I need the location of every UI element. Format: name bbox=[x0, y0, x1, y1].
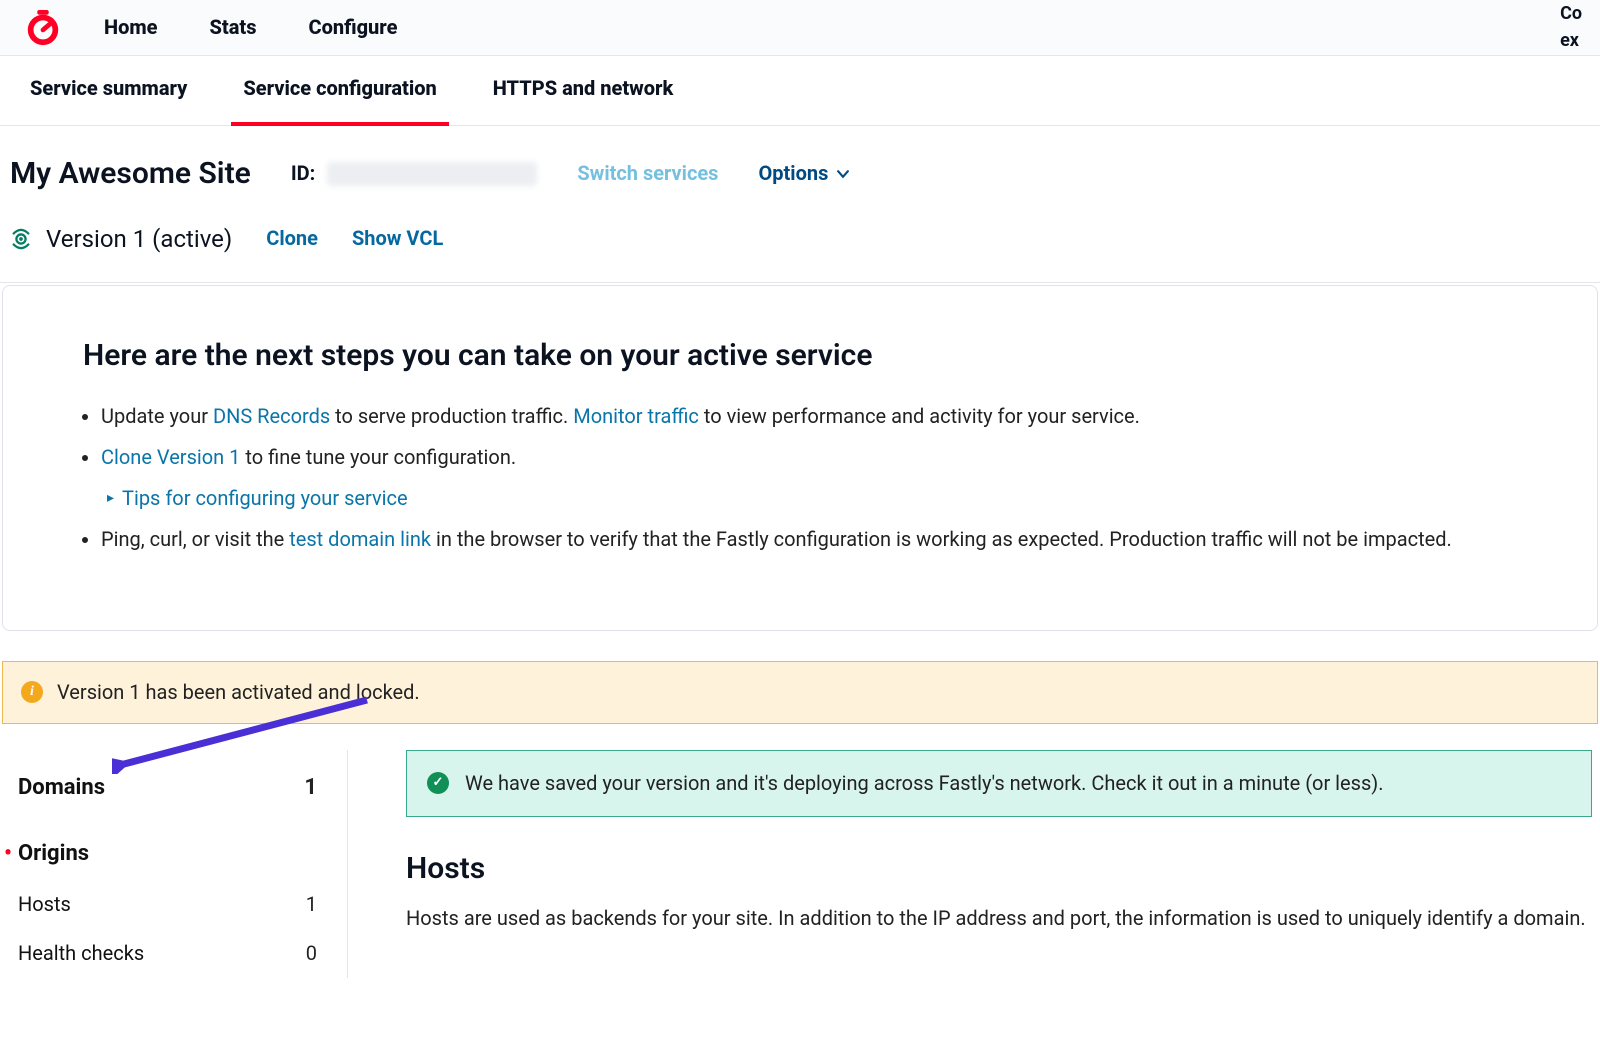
sidebar-item-hosts[interactable]: Hosts 1 bbox=[18, 880, 317, 929]
service-id-label: ID: bbox=[291, 159, 315, 188]
deploy-success-text: We have saved your version and it's depl… bbox=[465, 769, 1384, 798]
broadcast-icon bbox=[10, 228, 32, 250]
next-steps-card: Here are the next steps you can take on … bbox=[2, 285, 1598, 631]
content-area: Here are the next steps you can take on … bbox=[0, 283, 1600, 979]
next-steps-sub-item: ▸ Tips for configuring your service bbox=[107, 484, 1517, 513]
dns-records-link[interactable]: DNS Records bbox=[213, 404, 330, 428]
config-sidebar: Domains 1 Origins Hosts 1 Health checks … bbox=[18, 750, 348, 978]
activation-banner-text: Version 1 has been activated and locked. bbox=[57, 678, 420, 707]
caret-right-icon: ▸ bbox=[107, 488, 114, 508]
lower-columns: Domains 1 Origins Hosts 1 Health checks … bbox=[2, 750, 1598, 978]
ns3-pre: Ping, curl, or visit the bbox=[101, 527, 289, 551]
config-main: ✓ We have saved your version and it's de… bbox=[406, 750, 1598, 978]
service-id-value bbox=[327, 162, 537, 186]
hosts-count: 1 bbox=[306, 890, 317, 919]
service-id-group: ID: bbox=[291, 159, 537, 188]
origins-label: Origins bbox=[18, 838, 89, 870]
service-header: My Awesome Site ID: Switch services Opti… bbox=[0, 126, 1600, 283]
version-indicator: Version 1 (active) bbox=[10, 222, 232, 257]
options-label: Options bbox=[758, 159, 828, 188]
ns3-post: in the browser to verify that the Fastly… bbox=[431, 527, 1452, 551]
tab-service-summary[interactable]: Service summary bbox=[30, 56, 187, 125]
health-count: 0 bbox=[306, 939, 317, 968]
deploy-success-banner: ✓ We have saved your version and it's de… bbox=[406, 750, 1592, 817]
header-right-text: Co ex bbox=[1560, 1, 1582, 53]
service-title: My Awesome Site bbox=[10, 152, 251, 196]
header-right-line1: Co bbox=[1560, 1, 1582, 27]
domains-count: 1 bbox=[304, 772, 317, 804]
ns1-post: to view performance and activity for you… bbox=[699, 404, 1140, 428]
options-dropdown[interactable]: Options bbox=[758, 159, 850, 188]
next-steps-item-2: Clone Version 1 to fine tune your config… bbox=[101, 443, 1517, 513]
activation-banner: i Version 1 has been activated and locke… bbox=[2, 661, 1598, 724]
version-text: Version 1 (active) bbox=[46, 222, 232, 257]
sidebar-item-health-checks[interactable]: Health checks 0 bbox=[18, 929, 317, 978]
ns1-pre: Update your bbox=[101, 404, 213, 428]
top-nav-bar: Home Stats Configure Co ex bbox=[0, 0, 1600, 56]
info-icon: i bbox=[21, 681, 43, 703]
header-right-line2: ex bbox=[1560, 28, 1582, 54]
nav-stats[interactable]: Stats bbox=[210, 13, 257, 42]
health-label: Health checks bbox=[18, 939, 144, 968]
service-tabs: Service summary Service configuration HT… bbox=[0, 56, 1600, 126]
chevron-down-icon bbox=[836, 167, 850, 181]
sidebar-item-domains[interactable]: Domains 1 bbox=[18, 762, 317, 814]
service-header-row2: Version 1 (active) Clone Show VCL bbox=[10, 222, 1590, 257]
switch-services-link[interactable]: Switch services bbox=[577, 159, 718, 188]
check-icon: ✓ bbox=[427, 772, 449, 794]
hosts-section-title: Hosts bbox=[406, 847, 1592, 891]
monitor-traffic-link[interactable]: Monitor traffic bbox=[573, 404, 699, 428]
nav-configure[interactable]: Configure bbox=[309, 13, 398, 42]
primary-nav: Home Stats Configure bbox=[104, 13, 397, 42]
tab-service-configuration[interactable]: Service configuration bbox=[243, 56, 436, 125]
tab-https-network[interactable]: HTTPS and network bbox=[493, 56, 674, 125]
ns1-mid: to serve production traffic. bbox=[330, 404, 573, 428]
next-steps-item-3: Ping, curl, or visit the test domain lin… bbox=[101, 525, 1517, 554]
sidebar-item-origins[interactable]: Origins bbox=[18, 828, 317, 880]
brand-logo-icon[interactable] bbox=[24, 9, 62, 47]
tips-link[interactable]: Tips for configuring your service bbox=[122, 484, 408, 513]
nav-home[interactable]: Home bbox=[104, 13, 158, 42]
next-steps-item-1: Update your DNS Records to serve product… bbox=[101, 402, 1517, 431]
ns2-post: to fine tune your configuration. bbox=[240, 445, 516, 469]
show-vcl-link[interactable]: Show VCL bbox=[352, 224, 443, 253]
next-steps-title: Here are the next steps you can take on … bbox=[83, 334, 1517, 378]
service-header-row1: My Awesome Site ID: Switch services Opti… bbox=[10, 152, 1590, 196]
hosts-section-desc: Hosts are used as backends for your site… bbox=[406, 904, 1592, 933]
domains-label: Domains bbox=[18, 772, 105, 804]
hosts-label: Hosts bbox=[18, 890, 71, 919]
top-nav-left: Home Stats Configure bbox=[24, 9, 397, 47]
next-steps-list: Update your DNS Records to serve product… bbox=[83, 402, 1517, 554]
test-domain-link[interactable]: test domain link bbox=[289, 527, 431, 551]
clone-version-link[interactable]: Clone Version 1 bbox=[101, 445, 240, 469]
clone-link[interactable]: Clone bbox=[266, 224, 318, 253]
